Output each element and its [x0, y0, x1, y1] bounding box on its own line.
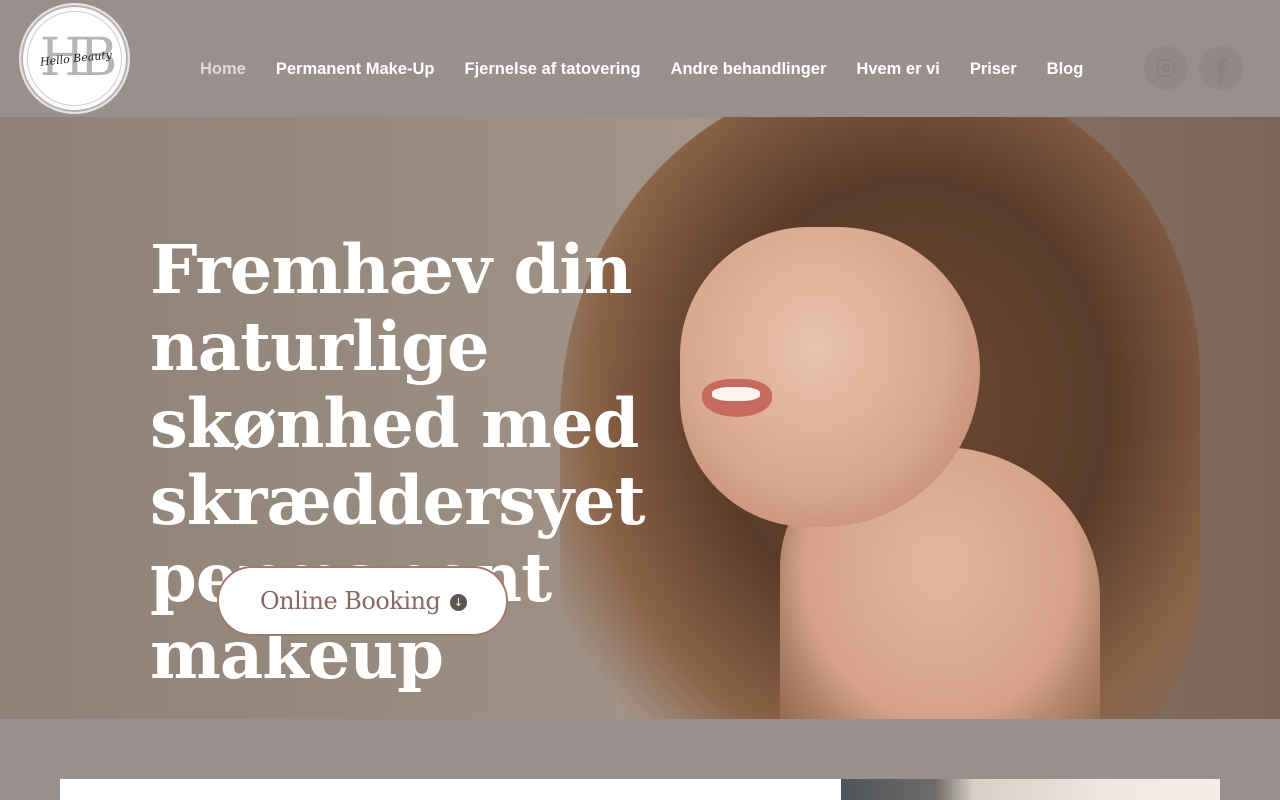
- logo-emblem: HB Hello Beauty: [27, 11, 122, 106]
- nav-item-fjernelse-af-tatovering[interactable]: Fjernelse af tatovering: [449, 60, 655, 79]
- nav-item-permanent-make-up[interactable]: Permanent Make-Up: [261, 60, 450, 79]
- instagram-icon: [1157, 59, 1175, 77]
- content-card: [60, 779, 841, 800]
- content-section: [0, 719, 1280, 800]
- facebook-link[interactable]: f: [1199, 46, 1243, 91]
- nav-item-blog[interactable]: Blog: [1032, 60, 1099, 79]
- nav-item-home[interactable]: Home: [185, 60, 261, 79]
- content-image: [841, 779, 1220, 800]
- online-booking-label: Online Booking: [260, 587, 441, 615]
- nav-item-andre-behandlinger[interactable]: Andre behandlinger: [656, 60, 842, 79]
- nav-item-hvem-er-vi[interactable]: Hvem er vi: [841, 60, 954, 79]
- arrow-down-circle-icon: ↓: [450, 594, 467, 611]
- online-booking-button[interactable]: Online Booking ↓: [217, 566, 508, 636]
- nav-item-priser[interactable]: Priser: [955, 60, 1032, 79]
- facebook-icon: f: [1215, 53, 1227, 91]
- hero-section: Fremhæv din naturlige skønhed med skrædd…: [0, 117, 1280, 719]
- instagram-link[interactable]: [1144, 46, 1188, 90]
- logo[interactable]: HB Hello Beauty: [19, 3, 130, 114]
- site-header: HB Hello Beauty Home Permanent Make-Up F…: [0, 0, 1280, 117]
- main-nav: Home Permanent Make-Up Fjernelse af tato…: [185, 56, 1098, 82]
